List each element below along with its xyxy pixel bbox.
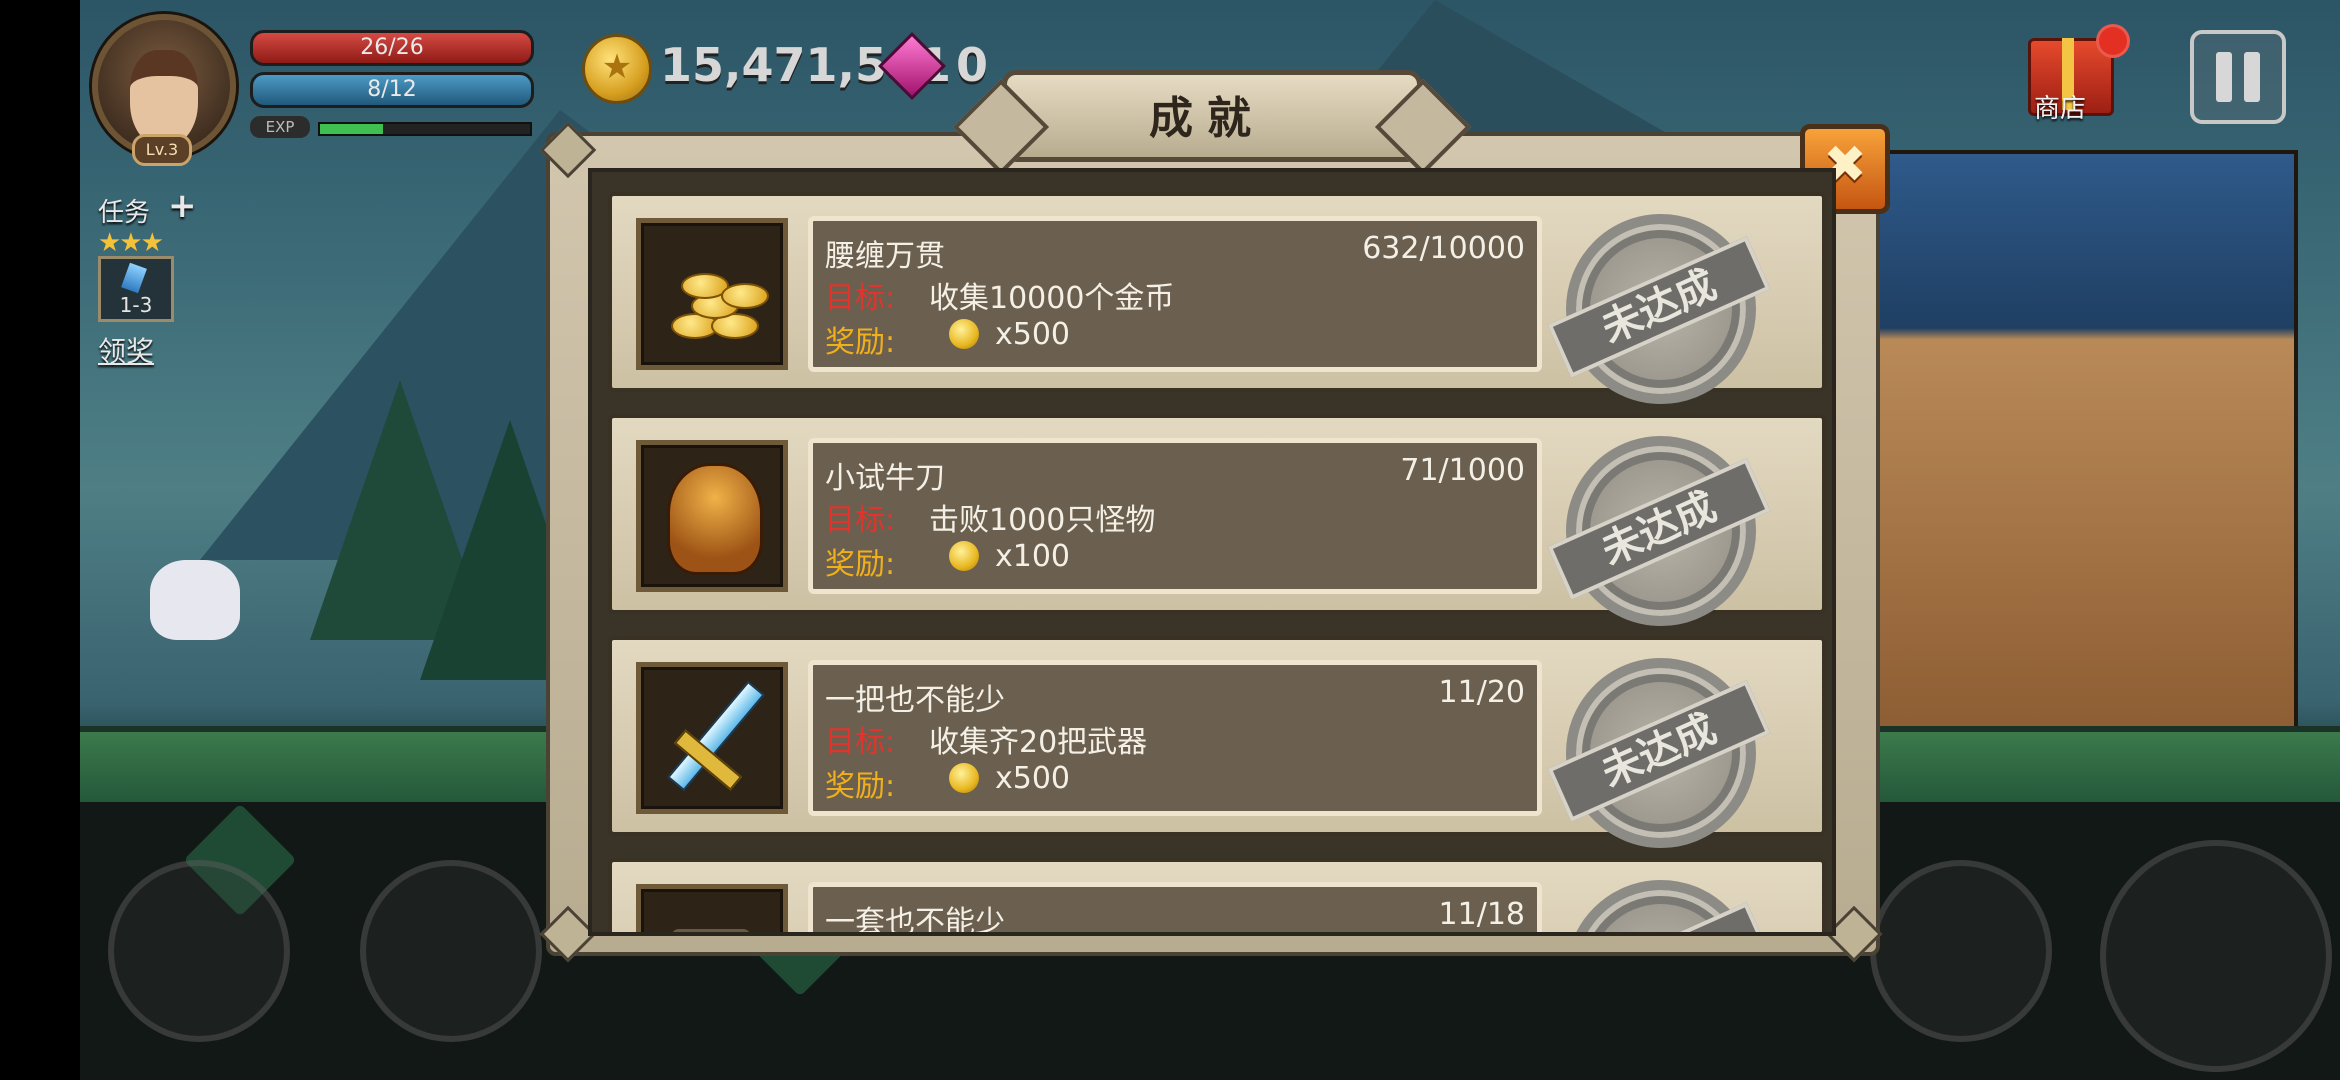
achievement-progress: 11/18 [1438, 897, 1525, 932]
task-stars: ★★★ [98, 228, 164, 258]
sword-icon [636, 662, 788, 814]
stamp-label: 未达成 [1547, 458, 1771, 600]
achievement-progress: 11/20 [1438, 675, 1525, 710]
shop-label[interactable]: 商店 [2034, 88, 2086, 125]
armor-icon [636, 884, 788, 932]
reward-coin-icon [949, 319, 979, 349]
player-level-badge: Lv.3 [132, 134, 192, 166]
achievement-progress: 71/1000 [1400, 453, 1525, 488]
stamp-label: 未达成 [1547, 236, 1771, 378]
achievement-info: 小试牛刀 71/1000 目标: 击败1000只怪物 奖励: x100 [808, 438, 1542, 594]
gold-coins-icon [636, 218, 788, 370]
mp-bar: 8/12 [250, 72, 534, 108]
reward-label: 奖励: [825, 325, 896, 360]
achievement-name: 一套也不能少 [825, 905, 1005, 936]
achievement-name: 小试牛刀 [825, 461, 945, 496]
move-right-button[interactable] [360, 860, 542, 1042]
exp-bar [318, 122, 532, 136]
gold-coin-icon [582, 34, 652, 104]
cobra-art [667, 463, 763, 575]
achievement-name: 腰缠万贯 [825, 239, 945, 274]
skill-button[interactable] [1870, 860, 2052, 1042]
achievement-progress: 632/10000 [1362, 231, 1525, 266]
reward-amount: x500 [995, 761, 1071, 796]
achievement-list[interactable]: 腰缠万贯 632/10000 目标: 收集10000个金币 奖励: x500 未达成 小试牛刀… [588, 168, 1836, 936]
reward-coin-icon [949, 763, 979, 793]
goal-text: 收集10000个金币 [929, 281, 1175, 316]
coin [721, 283, 769, 309]
achievement-row[interactable]: 一套也不能少 11/18 未达成 [608, 858, 1826, 936]
pause-button[interactable] [2190, 30, 2286, 124]
dialog-title: 成就 [1149, 93, 1265, 144]
exp-bar-fill [320, 124, 383, 134]
achievement-row[interactable]: 小试牛刀 71/1000 目标: 击败1000只怪物 奖励: x100 未达成 [608, 414, 1826, 626]
task-stage-card[interactable]: 1-3 [98, 256, 174, 322]
crystal-icon [121, 262, 147, 294]
weapon-shop-building [1870, 150, 2298, 738]
achievement-info: 一套也不能少 11/18 [808, 882, 1542, 936]
not-achieved-stamp: 未达成 [1547, 436, 1771, 626]
attack-button[interactable] [2100, 840, 2332, 1072]
avatar-face [130, 50, 198, 146]
reward-amount: x500 [995, 317, 1071, 352]
stamp-label: 未达成 [1547, 680, 1771, 822]
stamp-label: 未达成 [1547, 902, 1771, 932]
goal-label: 目标: [825, 503, 896, 538]
move-left-button[interactable] [108, 860, 290, 1042]
task-stage-label: 1-3 [119, 293, 153, 317]
reward-label: 奖励: [825, 769, 896, 804]
achievement-row[interactable]: 一把也不能少 11/20 目标: 收集齐20把武器 奖励: x500 未达成 [608, 636, 1826, 848]
cobra-icon [636, 440, 788, 592]
exp-label: EXP [250, 116, 310, 138]
achievement-name: 一把也不能少 [825, 683, 1005, 718]
achievement-info: 腰缠万贯 632/10000 目标: 收集10000个金币 奖励: x500 [808, 216, 1542, 372]
goal-label: 目标: [825, 725, 896, 760]
goal-text: 收集齐20把武器 [929, 725, 1148, 760]
task-label[interactable]: 任务 [98, 192, 150, 229]
not-achieved-stamp: 未达成 [1547, 880, 1771, 932]
armor-art [671, 929, 751, 932]
not-achieved-stamp: 未达成 [1547, 214, 1771, 404]
goal-label: 目标: [825, 281, 896, 316]
rabbit-npc [150, 560, 240, 640]
achievement-info: 一把也不能少 11/20 目标: 收集齐20把武器 奖励: x500 [808, 660, 1542, 816]
claim-reward-link[interactable]: 领奖 [98, 330, 154, 370]
reward-coin-icon [949, 541, 979, 571]
notification-dot [2096, 24, 2130, 58]
reward-amount: x100 [995, 539, 1071, 574]
achievement-row[interactable]: 腰缠万贯 632/10000 目标: 收集10000个金币 奖励: x500 未达成 [608, 192, 1826, 404]
task-expand-icon[interactable]: + [168, 186, 197, 226]
goal-text: 击败1000只怪物 [929, 503, 1156, 538]
not-achieved-stamp: 未达成 [1547, 658, 1771, 848]
gem-count: 0 [956, 38, 989, 92]
hp-bar: 26/26 [250, 30, 534, 66]
reward-label: 奖励: [825, 547, 896, 582]
